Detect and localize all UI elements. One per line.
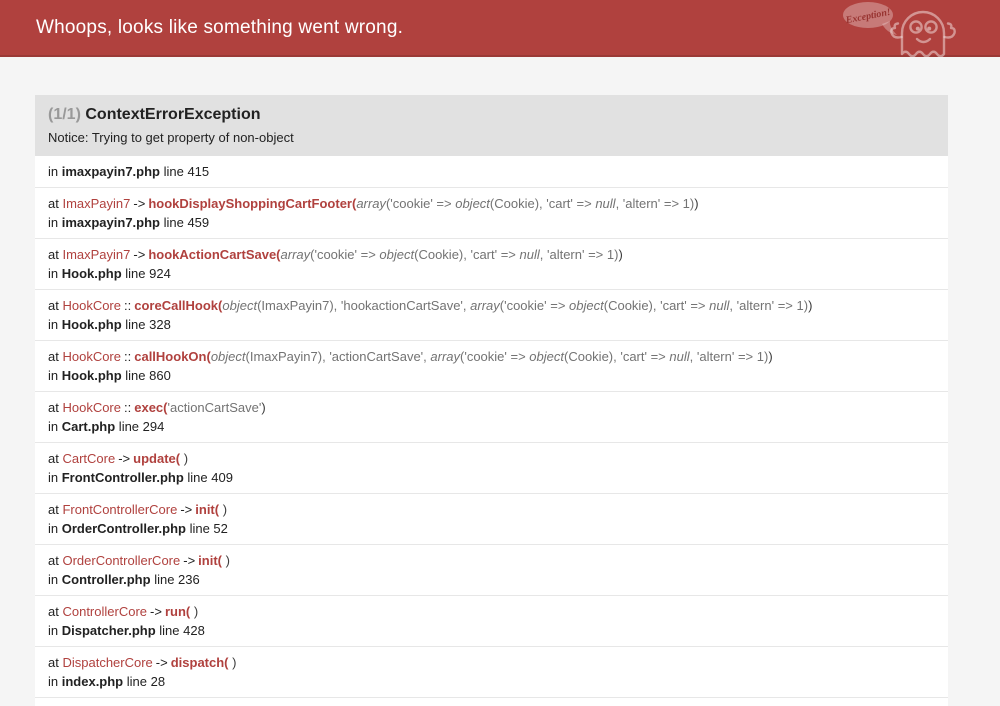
trace-call: at ControllerCore -> run( )	[48, 604, 199, 619]
trace-continuation	[35, 698, 948, 706]
trace-row: at HookCore:: callHookOn(object(ImaxPayin…	[35, 341, 948, 392]
error-header: Whoops, looks like something went wrong.…	[0, 0, 1000, 57]
exception-counter: (1/1)	[48, 106, 81, 123]
trace-file: in FrontController.php line 409	[48, 470, 233, 485]
trace-file: in Dispatcher.php line 428	[48, 623, 205, 638]
trace-row: at ImaxPayin7 -> hookActionCartSave(array(…	[35, 239, 948, 290]
trace-row: at HookCore:: coreCallHook(object(ImaxPay…	[35, 290, 948, 341]
trace-class: ImaxPayin7	[62, 247, 131, 262]
trace-class: HookCore	[62, 298, 121, 313]
trace-file: in imaxpayin7.php line 459	[48, 215, 210, 230]
trace-call: at DispatcherCore -> dispatch( )	[48, 655, 237, 670]
trace-row: in imaxpayin7.php line 415	[35, 156, 948, 188]
exception-summary: (1/1) ContextErrorException Notice: Tryi…	[35, 95, 948, 156]
trace-arguments: array('cookie' => object(Cookie), 'cart'…	[280, 247, 619, 262]
trace-call: at HookCore:: exec('actionCartSave')	[48, 400, 266, 415]
page-title: Whoops, looks like something went wrong.	[36, 16, 404, 38]
trace-arguments: object(ImaxPayin7), 'hookactionCartSave'…	[222, 298, 809, 313]
trace-row: at ControllerCore -> run( ) in Dispatcher.p…	[35, 596, 948, 647]
exception-title: (1/1) ContextErrorException	[48, 104, 935, 125]
trace-method: hookDisplayShoppingCartFooter(	[148, 196, 357, 211]
trace-file: in index.php line 28	[48, 674, 166, 689]
trace-call: at HookCore:: callHookOn(object(ImaxPayin…	[48, 349, 773, 364]
exception-message: Notice: Trying to get property of non-ob…	[48, 130, 294, 145]
trace-file: in OrderController.php line 52	[48, 521, 228, 536]
trace-method: dispatch(	[170, 655, 229, 670]
trace-row: at HookCore:: exec('actionCartSave')in Ca…	[35, 392, 948, 443]
trace-row: at OrderControllerCore -> init( ) in Contro…	[35, 545, 948, 596]
trace-file: in imaxpayin7.php line 415	[48, 164, 210, 179]
trace-call: at OrderControllerCore -> init( )	[48, 553, 230, 568]
trace-method: init(	[198, 553, 222, 568]
trace-method: exec(	[134, 400, 168, 415]
trace-class: HookCore	[62, 400, 121, 415]
trace-call: at CartCore -> update( )	[48, 451, 189, 466]
trace-file: in Hook.php line 328	[48, 317, 171, 332]
trace-call: at ImaxPayin7 -> hookDisplayShoppingCartFo…	[48, 196, 699, 211]
trace-row: at DispatcherCore -> dispatch( ) in index.p…	[35, 647, 948, 698]
trace-call: at HookCore:: coreCallHook(object(ImaxPay…	[48, 298, 813, 313]
stack-trace: in imaxpayin7.php line 415 at ImaxPayin7-…	[35, 156, 948, 698]
trace-class: DispatcherCore	[62, 655, 153, 670]
trace-call: at ImaxPayin7 -> hookActionCartSave(array(…	[48, 247, 623, 262]
trace-file: in Hook.php line 860	[48, 368, 171, 383]
trace-method: callHookOn(	[134, 349, 211, 364]
speech-bubble: Exception!	[843, 1, 897, 35]
trace-row: at CartCore -> update( ) in FrontController…	[35, 443, 948, 494]
trace-file: in Cart.php line 294	[48, 419, 165, 434]
trace-call: at FrontControllerCore -> init( )	[48, 502, 228, 517]
trace-method: run(	[164, 604, 191, 619]
trace-method: hookActionCartSave(	[148, 247, 281, 262]
trace-class: CartCore	[62, 451, 116, 466]
trace-method: update(	[133, 451, 181, 466]
exception-panel: (1/1) ContextErrorException Notice: Tryi…	[35, 95, 948, 706]
trace-arguments: 'actionCartSave'	[167, 400, 262, 415]
trace-arguments: array('cookie' => object(Cookie), 'cart'…	[356, 196, 695, 211]
trace-file: in Hook.php line 924	[48, 266, 171, 281]
trace-class: HookCore	[62, 349, 121, 364]
trace-method: coreCallHook(	[134, 298, 223, 313]
exception-class: ContextErrorException	[85, 106, 261, 123]
trace-row: at FrontControllerCore -> init( ) in OrderC…	[35, 494, 948, 545]
trace-arguments: object(ImaxPayin7), 'actionCartSave', ar…	[210, 349, 769, 364]
trace-class: FrontControllerCore	[62, 502, 178, 517]
trace-class: ImaxPayin7	[62, 196, 131, 211]
trace-method: init(	[195, 502, 220, 517]
trace-row: at ImaxPayin7 -> hookDisplayShoppingCartFo…	[35, 188, 948, 239]
trace-class: ControllerCore	[62, 604, 148, 619]
trace-class: OrderControllerCore	[62, 553, 181, 568]
trace-file: in Controller.php line 236	[48, 572, 200, 587]
ghost-icon	[890, 10, 956, 57]
exception-ghost-illustration: Exception!	[842, 1, 960, 57]
